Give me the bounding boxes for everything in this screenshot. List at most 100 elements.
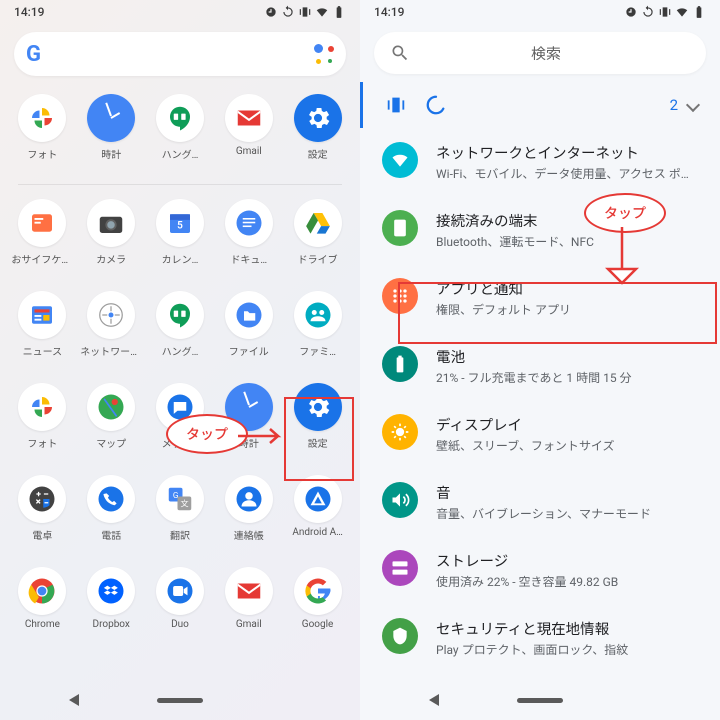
app-phone[interactable]: 電話: [77, 471, 146, 563]
app-drive[interactable]: ドライブ: [283, 195, 352, 287]
settings-item-display[interactable]: ディスプレイ壁紙、スリーブ、フォントサイズ: [360, 400, 720, 468]
app-androidauto[interactable]: Android A…: [283, 471, 352, 563]
app-photos[interactable]: フォト: [8, 90, 77, 182]
nav-home-pill[interactable]: [157, 698, 203, 703]
settings-item-security[interactable]: セキュリティと現在地情報Play プロテクト、画面ロック、指紋: [360, 604, 720, 672]
app-label: ハング…: [162, 343, 199, 358]
app-gmail[interactable]: Gmail: [214, 90, 283, 182]
wifi-icon: [675, 5, 689, 19]
gmail2-icon: [225, 567, 273, 615]
app-calculator[interactable]: 電卓: [8, 471, 77, 563]
app-family[interactable]: ファミ…: [283, 287, 352, 379]
status-icons: [264, 5, 346, 19]
app-news[interactable]: ニュース: [8, 287, 77, 379]
app-camera[interactable]: カメラ: [77, 195, 146, 287]
google-search-bar[interactable]: G: [14, 32, 346, 76]
nav-back-icon[interactable]: [429, 694, 439, 706]
search-icon: [390, 43, 410, 63]
statusbar: 14:19: [360, 0, 720, 24]
app-google[interactable]: Google: [283, 563, 352, 655]
status-time: 14:19: [14, 5, 44, 19]
settings-item-subtitle: Play プロテクト、画面ロック、指紋: [436, 641, 702, 658]
settings-item-sound[interactable]: 音音量、バイブレーション、マナーモード: [360, 468, 720, 536]
contacts-icon: [225, 475, 273, 523]
app-clock2[interactable]: 時計: [214, 379, 283, 471]
settings-item-subtitle: 音量、バイブレーション、マナーモード: [436, 505, 702, 522]
nettool-icon: [87, 291, 135, 339]
settings-item-apps[interactable]: アプリと通知権限、デフォルト アプリ: [360, 264, 720, 332]
app-gmail2[interactable]: Gmail: [214, 563, 283, 655]
app-label: おサイフケータイ: [11, 251, 73, 266]
status-time: 14:19: [374, 5, 404, 19]
app-label: マップ: [96, 435, 126, 450]
app-contacts[interactable]: 連絡帳: [214, 471, 283, 563]
app-osaifu[interactable]: おサイフケータイ: [8, 195, 77, 287]
google-icon: [294, 567, 342, 615]
app-messages[interactable]: メッセ…: [146, 379, 215, 471]
settings-item-network[interactable]: ネットワークとインターネットWi-Fi、モバイル、データ使用量、アクセス ポ…: [360, 128, 720, 196]
app-hangouts2[interactable]: ハング…: [146, 287, 215, 379]
chevron-down-icon[interactable]: [686, 98, 700, 112]
data-saver-icon: [425, 94, 447, 116]
assistant-icon[interactable]: [314, 44, 334, 64]
settings-item-battery[interactable]: 電池21% - フル充電まであと 1 時間 15 分: [360, 332, 720, 400]
app-chrome[interactable]: Chrome: [8, 563, 77, 655]
settings-search-bar[interactable]: 検索: [374, 32, 706, 74]
hangouts2-icon: [156, 291, 204, 339]
settings-item-connected[interactable]: 接続済みの端末 Bluetooth、運転モード、NFC: [360, 196, 720, 264]
app-dropbox[interactable]: Dropbox: [77, 563, 146, 655]
app-nettool[interactable]: ネットワークツ…: [77, 287, 146, 379]
app-row-suggestions: フォト時計 ハング… Gmail 設定: [0, 84, 360, 182]
app-label: ドライブ: [298, 251, 338, 266]
clock-icon: [87, 94, 135, 142]
osaifu-icon: [18, 199, 66, 247]
settings-item-title: ストレージ: [436, 550, 702, 571]
nav-back-icon[interactable]: [69, 694, 79, 706]
app-docs[interactable]: ドキュ…: [214, 195, 283, 287]
app-photos2[interactable]: フォト: [8, 379, 77, 471]
app-label: Gmail: [236, 619, 262, 630]
app-label: Chrome: [25, 619, 60, 630]
app-clock[interactable]: 時計: [77, 90, 146, 182]
vibrate-icon: [298, 5, 312, 19]
duo-icon: [156, 567, 204, 615]
clock2-icon: [225, 383, 273, 431]
app-calendar[interactable]: 5カレン…: [146, 195, 215, 287]
hangouts-icon: [156, 94, 204, 142]
suggestion-count: 2: [670, 96, 698, 114]
app-duo[interactable]: Duo: [146, 563, 215, 655]
settings-item-storage[interactable]: ストレージ使用済み 22% - 空き容量 49.82 GB: [360, 536, 720, 604]
settings-item-subtitle: 壁紙、スリーブ、フォントサイズ: [436, 437, 702, 454]
files-icon: [225, 291, 273, 339]
app-label: 時計: [101, 146, 121, 161]
app-settings[interactable]: 設定: [283, 90, 352, 182]
app-files[interactable]: ファイル: [214, 287, 283, 379]
app-label: ドキュ…: [230, 251, 267, 266]
alarm-icon: [264, 5, 278, 19]
app-label: Dropbox: [93, 619, 130, 630]
news-icon: [18, 291, 66, 339]
photos-icon: [18, 94, 66, 142]
app-label: メッセ…: [162, 435, 199, 450]
app-label: ニュース: [23, 343, 63, 358]
app-label: 連絡帳: [234, 527, 264, 542]
battery-icon: [382, 346, 418, 382]
settings-item-title: 接続済みの端末: [436, 210, 702, 231]
settings-item-title: 音: [436, 482, 702, 503]
settings2-icon: [294, 383, 342, 431]
docs-icon: [225, 199, 273, 247]
gmail-icon: [225, 94, 273, 142]
app-hangouts[interactable]: ハング…: [146, 90, 215, 182]
maps-icon: [87, 383, 135, 431]
vibrate-icon: [658, 5, 672, 19]
app-maps[interactable]: マップ: [77, 379, 146, 471]
settings-item-subtitle: Bluetooth、運転モード、NFC: [436, 233, 702, 250]
network-icon: [382, 142, 418, 178]
app-settings2[interactable]: 設定: [283, 379, 352, 471]
nav-home-pill[interactable]: [517, 698, 563, 703]
app-label: Gmail: [236, 146, 262, 157]
suggestion-bar[interactable]: 2: [360, 82, 720, 128]
calendar-icon: 5: [156, 199, 204, 247]
app-label: 電話: [101, 527, 121, 542]
app-translate[interactable]: G文翻訳: [146, 471, 215, 563]
